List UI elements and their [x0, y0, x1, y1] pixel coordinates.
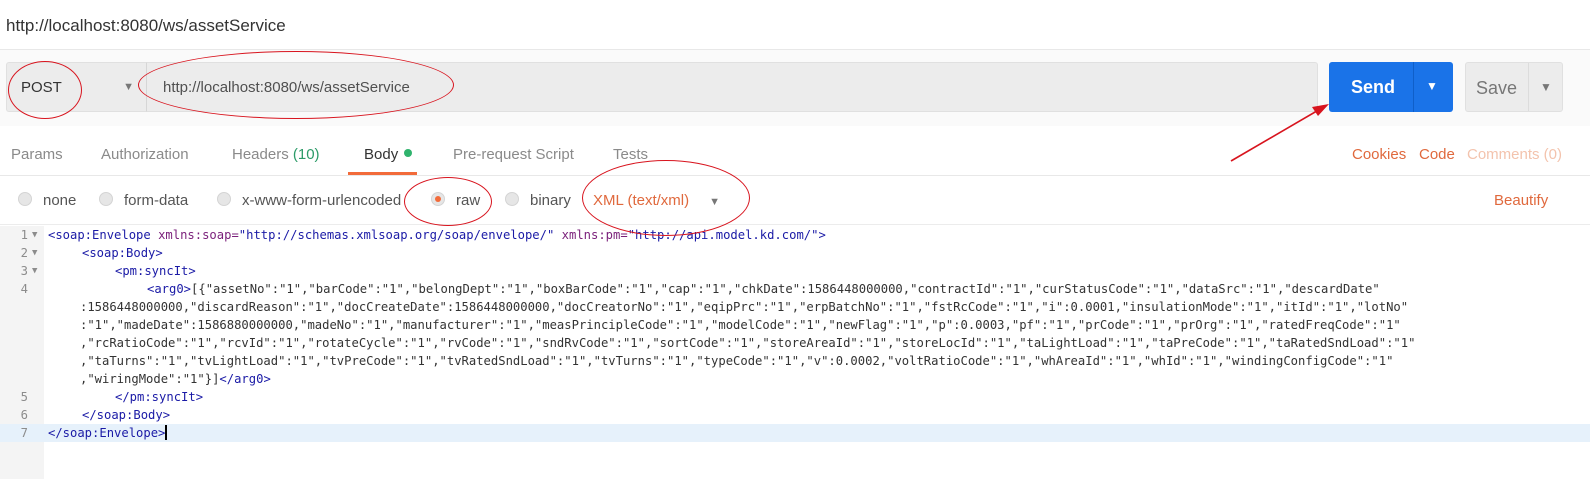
radio-form-data[interactable]: form-data: [99, 192, 188, 209]
code-text: <arg0>[{"assetNo":"1","barCode":"1","bel…: [147, 280, 1380, 298]
send-divider: [1413, 62, 1414, 112]
xml-value: "http://api.model.kd.com/": [627, 228, 819, 242]
fold-toggle-icon[interactable]: ▼: [32, 226, 37, 244]
line-number: 3: [20, 264, 28, 278]
fold-toggle-icon[interactable]: ▼: [32, 262, 37, 280]
xml-tag: </soap:Envelope>: [48, 426, 166, 440]
radio-x-www-form-urlencoded[interactable]: x-www-form-urlencoded: [217, 192, 401, 209]
headers-count-badge: (10): [292, 146, 320, 163]
xml-tag: >: [818, 228, 826, 242]
code-line-current: 7 </soap:Envelope>: [0, 424, 1590, 442]
radio-none[interactable]: none: [18, 192, 76, 209]
tab-headers[interactable]: Headers (10): [232, 146, 320, 163]
code-line: 2 ▼ <soap:Body>: [0, 244, 1590, 262]
cookies-link[interactable]: Cookies: [1352, 146, 1406, 163]
xml-tag: <pm:syncIt>: [115, 264, 196, 278]
chevron-down-icon[interactable]: ▼: [1426, 79, 1438, 93]
code-text: </pm:syncIt>: [115, 388, 203, 406]
tab-tests[interactable]: Tests: [613, 146, 648, 163]
code-text: </soap:Body>: [82, 406, 170, 424]
url-input[interactable]: http://localhost:8080/ws/assetService: [146, 62, 1318, 112]
chevron-down-icon: ▼: [709, 196, 721, 208]
active-tab-indicator: [348, 172, 417, 175]
text-cursor: [165, 425, 168, 440]
radio-circle-icon: [217, 192, 231, 206]
method-select[interactable]: POST ▼: [6, 62, 146, 112]
send-label: Send: [1351, 77, 1396, 97]
code-line: 3 ▼ <pm:syncIt>: [0, 262, 1590, 280]
content-type-label: XML (text/xml): [593, 192, 690, 209]
request-bar: POST ▼ http://localhost:8080/ws/assetSer…: [0, 50, 1590, 126]
tab-authorization[interactable]: Authorization: [101, 146, 189, 163]
code-line: 6 </soap:Body>: [0, 406, 1590, 424]
code-wrapped-line: ,"rcRatioCode":"1","rcvId":"1","rotateCy…: [80, 336, 1416, 350]
xml-tag: </arg0>: [219, 372, 271, 386]
tab-pre-request-script[interactable]: Pre-request Script: [453, 146, 574, 163]
line-number: 1: [20, 228, 28, 242]
radio-circle-icon: [505, 192, 519, 206]
xml-tag: </pm:syncIt>: [115, 390, 204, 404]
request-tabs: Params Authorization Headers (10) Body P…: [0, 126, 1590, 176]
line-number: 5: [20, 390, 28, 404]
tab-params[interactable]: Params: [11, 146, 63, 163]
radio-circle-icon: [18, 192, 32, 206]
radio-form-data-label: form-data: [124, 192, 189, 209]
xml-tag: <soap:Body>: [82, 246, 163, 260]
code-text: <soap:Body>: [82, 244, 163, 262]
xml-tag: </soap:Body>: [82, 408, 171, 422]
radio-selected-icon: [431, 192, 445, 206]
code-wrapped-line: :1586448000000,"discardReason":"1","docC…: [80, 300, 1409, 314]
fold-toggle-icon[interactable]: ▼: [32, 244, 37, 262]
code-text: </soap:Envelope>: [48, 424, 168, 442]
method-label: POST: [21, 79, 62, 96]
code-line: 5 </pm:syncIt>: [0, 388, 1590, 406]
radio-circle-icon: [99, 192, 113, 206]
code-wrapped-line: :"1","madeDate":1586880000000,"madeNo":"…: [80, 318, 1401, 332]
radio-raw-label: raw: [456, 192, 481, 209]
line-number: 6: [20, 408, 28, 422]
url-value: http://localhost:8080/ws/assetService: [163, 79, 410, 96]
request-title[interactable]: http://localhost:8080/ws/assetService: [6, 16, 286, 36]
line-number: 2: [20, 246, 28, 260]
save-divider: [1528, 63, 1529, 111]
xml-tag: <soap:Envelope: [48, 228, 151, 242]
code-line: 4 <arg0>[{"assetNo":"1","barCode":"1","b…: [0, 280, 1590, 298]
line-number: 7: [20, 426, 28, 440]
code-text: <soap:Envelope xmlns:soap="http://schema…: [48, 226, 826, 244]
radio-none-label: none: [43, 192, 77, 209]
body-type-bar: none form-data x-www-form-urlencoded raw…: [0, 177, 1590, 225]
radio-urlencoded-label: x-www-form-urlencoded: [242, 192, 402, 209]
radio-binary-label: binary: [530, 192, 571, 209]
code-link[interactable]: Code: [1419, 146, 1455, 163]
xml-attribute: xmlns:soap=: [150, 228, 239, 242]
code-text: <pm:syncIt>: [115, 262, 196, 280]
radio-raw[interactable]: raw: [431, 192, 480, 209]
xml-value: "http://schemas.xmlsoap.org/soap/envelop…: [238, 228, 555, 242]
xml-text: ,"wiringMode":"1"}]: [80, 372, 220, 386]
dot-icon: [404, 149, 413, 157]
radio-binary[interactable]: binary: [505, 192, 571, 209]
comments-link[interactable]: Comments (0): [1467, 146, 1562, 163]
xml-attribute: xmlns:pm=: [554, 228, 628, 242]
tab-body[interactable]: Body: [364, 146, 413, 163]
chevron-down-icon[interactable]: ▼: [1540, 80, 1552, 94]
xml-tag: <arg0>: [147, 282, 192, 296]
tab-body-label: Body: [364, 146, 399, 163]
beautify-link[interactable]: Beautify: [1494, 192, 1548, 209]
chevron-down-icon: ▼: [123, 81, 134, 93]
content-type-select[interactable]: XML (text/xml) ▼: [593, 192, 720, 209]
code-wrapped-line: ,"wiringMode":"1"}]</arg0>: [80, 370, 271, 388]
line-number: 4: [20, 282, 28, 296]
save-button[interactable]: Save ▼: [1465, 62, 1563, 112]
code-line: 1 ▼ <soap:Envelope xmlns:soap="http://sc…: [0, 226, 1590, 244]
code-editor[interactable]: 1 ▼ <soap:Envelope xmlns:soap="http://sc…: [0, 226, 1590, 479]
code-wrapped-line: ,"taTurns":"1","tvLightLoad":"1","tvPreC…: [80, 354, 1394, 368]
request-title-bar: http://localhost:8080/ws/assetService: [0, 0, 1590, 50]
xml-text: [{"assetNo":"1","barCode":"1","belongDep…: [191, 282, 1380, 296]
tab-headers-label: Headers: [232, 146, 289, 163]
send-button[interactable]: Send ▼: [1329, 62, 1453, 112]
save-label: Save: [1476, 78, 1518, 98]
